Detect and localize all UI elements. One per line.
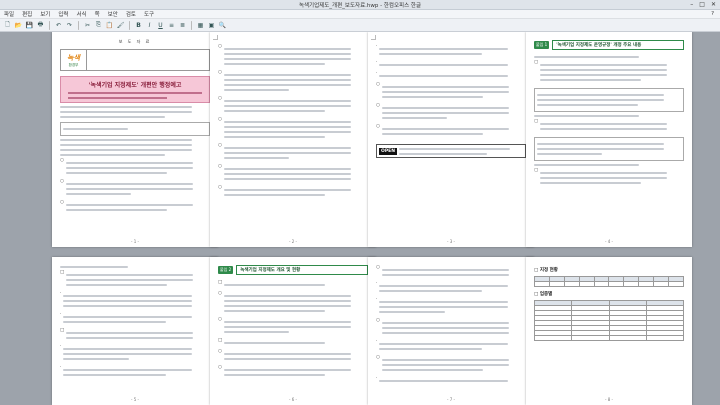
- ministry-logo: 녹색 환경부: [61, 50, 87, 70]
- menu-bar: 파일 편집 보기 입력 서식 쪽 보안 검토 도구 ?: [0, 10, 720, 19]
- page-number: - 4 -: [605, 239, 613, 244]
- maximize-button[interactable]: □: [699, 1, 705, 8]
- page-number: - 6 -: [289, 397, 297, 402]
- toolbar-separator: [49, 20, 50, 30]
- table-icon[interactable]: ▦: [196, 21, 205, 30]
- menu-file[interactable]: 파일: [4, 10, 14, 18]
- copy-icon[interactable]: ⎘: [94, 21, 103, 30]
- menu-edit[interactable]: 편집: [22, 10, 32, 18]
- image-icon[interactable]: ▣: [207, 21, 216, 30]
- cut-icon[interactable]: ✂: [83, 21, 92, 30]
- press-header-table: 녹색 환경부: [60, 49, 210, 71]
- logo-subtext: 환경부: [68, 62, 79, 67]
- industry-breakdown-table: [533, 300, 685, 341]
- page-number: - 5 -: [131, 397, 139, 402]
- title-bar: 녹색기업제도_개편_보도자료.hwp - 한컴오피스 한글 – □ ✕: [0, 0, 720, 10]
- open-folder-icon[interactable]: 📂: [14, 21, 23, 30]
- undo-icon[interactable]: ↶: [54, 21, 63, 30]
- section-heading: 붙임 1 '녹색기업 지정제도 운영규정' 개정 주요 내용: [534, 40, 684, 50]
- menu-security[interactable]: 보안: [108, 10, 118, 18]
- menu-view[interactable]: 보기: [40, 10, 50, 18]
- document-viewport[interactable]: 보 도 자 료 녹색 환경부 '녹색기업 지정제도' 개편안 행정예고 ○ ○ …: [0, 32, 720, 405]
- designation-status-table: [534, 276, 684, 287]
- page-1[interactable]: 보 도 자 료 녹색 환경부 '녹색기업 지정제도' 개편안 행정예고 ○ ○ …: [52, 32, 218, 247]
- page-number: - 3 -: [447, 239, 455, 244]
- table-title: □ 지정 현황: [534, 268, 558, 273]
- page-4[interactable]: 붙임 1 '녹색기업 지정제도 운영규정' 개정 주요 내용 ▢ ▢ ▢ - 4…: [526, 32, 692, 247]
- print-icon[interactable]: 🖶: [36, 21, 45, 30]
- menu-format[interactable]: 서식: [77, 10, 87, 18]
- menu-insert[interactable]: 입력: [58, 10, 68, 18]
- attachment-badge: 붙임 2: [218, 266, 234, 274]
- format-painter-icon[interactable]: 🖌: [116, 21, 125, 30]
- attachment-badge: 붙임 1: [534, 41, 550, 49]
- page-6[interactable]: 붙임 2 녹색기업 지정제도 개요 및 현황 □ ○ ○ □ ○ ○ - 6 -: [210, 257, 376, 405]
- toolbar-separator: [191, 20, 192, 30]
- save-icon[interactable]: 💾: [25, 21, 34, 30]
- toolbar-separator: [78, 20, 79, 30]
- toolbar-separator: [129, 20, 130, 30]
- table-title: □ 업종별: [534, 292, 553, 297]
- page-number: - 1 -: [131, 239, 139, 244]
- open-license-stamp: OPEN: [376, 144, 526, 158]
- section-heading: 붙임 2 녹색기업 지정제도 개요 및 현황: [218, 265, 368, 275]
- bold-icon[interactable]: B: [134, 21, 143, 30]
- redo-icon[interactable]: ↷: [65, 21, 74, 30]
- window-title: 녹색기업제도_개편_보도자료.hwp - 한컴오피스 한글: [298, 3, 422, 9]
- underline-icon[interactable]: U: [156, 21, 165, 30]
- headline-box: '녹색기업 지정제도' 개편안 행정예고: [60, 76, 210, 103]
- toolbar: 🗋 📂 💾 🖶 ↶ ↷ ✂ ⎘ 📋 🖌 B I U ≡ ≣ ▦ ▣ 🔍: [0, 19, 720, 32]
- menu-tools[interactable]: 도구: [144, 10, 154, 18]
- help-button[interactable]: ?: [711, 11, 714, 17]
- headline-text: '녹색기업 지정제도' 개편안 행정예고: [88, 82, 182, 89]
- page-8[interactable]: □ 지정 현황 □ 업종별 - 8 -: [526, 257, 692, 405]
- new-document-icon[interactable]: 🗋: [3, 21, 12, 30]
- align-center-icon[interactable]: ≣: [178, 21, 187, 30]
- paste-icon[interactable]: 📋: [105, 21, 114, 30]
- italic-icon[interactable]: I: [145, 21, 154, 30]
- zoom-icon[interactable]: 🔍: [218, 21, 227, 30]
- summary-box: [60, 122, 210, 136]
- section-title: 녹색기업 지정제도 개요 및 현황: [236, 265, 368, 275]
- align-left-icon[interactable]: ≡: [167, 21, 176, 30]
- page-2[interactable]: ○ ○ ○ ○ ○ ○ ○ - 2 -: [210, 32, 376, 247]
- page-number: - 7 -: [447, 397, 455, 402]
- page-number: - 8 -: [605, 397, 613, 402]
- menu-review[interactable]: 검토: [126, 10, 136, 18]
- page-5[interactable]: □ · · □ · · - 5 -: [52, 257, 218, 405]
- page-number: - 2 -: [289, 239, 297, 244]
- logo-text: 녹색: [67, 53, 80, 62]
- close-button[interactable]: ✕: [711, 1, 716, 8]
- menu-page[interactable]: 쪽: [95, 10, 100, 18]
- press-release-title: 보 도 자 료: [118, 39, 152, 44]
- section-title: '녹색기업 지정제도 운영규정' 개정 주요 내용: [552, 40, 684, 50]
- page-3[interactable]: · · · ○ ○ ○ OPEN - 3 -: [368, 32, 534, 247]
- page-7[interactable]: ○ · · ○ · ○ · - 7 -: [368, 257, 534, 405]
- open-license-label: OPEN: [379, 147, 397, 155]
- minimize-button[interactable]: –: [690, 1, 693, 8]
